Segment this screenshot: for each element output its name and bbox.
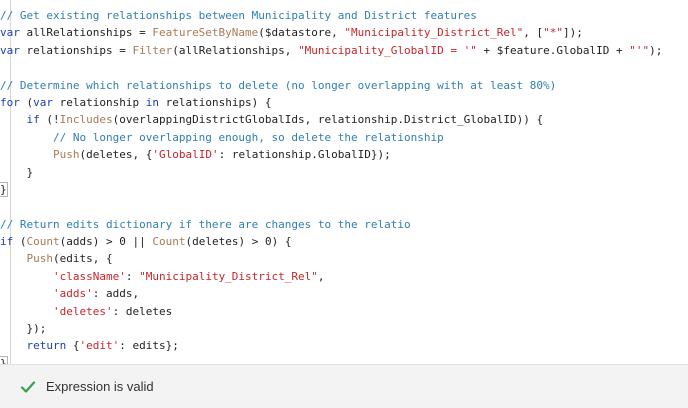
code-line[interactable]: // Determine which relationships to dele…: [0, 77, 662, 94]
code-token-plain: ) {: [271, 235, 292, 249]
code-token-comment: // No longer overlapping enough, so dele…: [52, 130, 444, 144]
code-token-number: 0: [119, 235, 126, 249]
code-line[interactable]: 'adds': adds,: [0, 285, 662, 302]
code-token-string: "Municipality_District_Rel": [139, 269, 318, 283]
code-token-plain: ||: [125, 235, 153, 249]
code-token-string: 'deletes': [52, 304, 113, 318]
code-token-comment: // Determine which relationships to dele…: [0, 78, 557, 92]
code-token-string: 'GlobalID': [152, 148, 219, 162]
validation-message: Expression is valid: [46, 379, 154, 394]
checkmark-icon: [20, 380, 36, 393]
code-token-plain: (adds) >: [59, 235, 120, 249]
code-token-comment: // Return edits dictionary if there are …: [0, 217, 411, 231]
code-token-plain: :: [125, 269, 140, 283]
code-token-keyword: if: [26, 113, 40, 127]
code-token-plain: }: [0, 355, 8, 364]
code-token-string: 'adds': [52, 287, 93, 301]
code-token-func: Push: [26, 252, 54, 266]
code-token-keyword: return: [26, 339, 67, 353]
code-token-plain: , [: [523, 26, 544, 40]
code-token-func: Count: [152, 235, 186, 249]
code-token-keyword: if: [0, 235, 14, 249]
code-line[interactable]: return {'edit': edits};: [0, 337, 662, 354]
code-token-plain: ,: [317, 269, 325, 283]
code-token-plain: : deletes: [112, 304, 173, 318]
code-token-plain: ]);: [562, 26, 583, 40]
code-token-number: 0: [264, 235, 272, 249]
code-token-func: Push: [52, 148, 80, 162]
code-line[interactable]: }: [0, 164, 662, 181]
code-token-string: "*": [543, 26, 563, 40]
code-token-string: "Municipality_District_Rel": [344, 26, 524, 40]
code-token-plain: (deletes) >: [185, 235, 265, 249]
code-token-string: "Municipality_GlobalID = '": [298, 43, 477, 57]
code-token-func: Filter: [132, 43, 173, 57]
code-token-plain: }: [0, 181, 8, 197]
code-token-string: 'className': [52, 269, 126, 283]
code-token-keyword: in: [145, 95, 159, 109]
code-token-keyword: var: [33, 95, 53, 109]
code-token-plain: );: [649, 43, 663, 57]
code-line[interactable]: for (var relationship in relationships) …: [0, 94, 662, 111]
code-token-plain: (: [19, 95, 34, 109]
code-line[interactable]: }: [0, 355, 662, 364]
code-token-plain: : adds,: [92, 287, 140, 301]
code-token-plain: : edits};: [119, 339, 179, 353]
code-token-plain: (edits, {: [53, 252, 113, 266]
code-content[interactable]: // Get existing relationships between Mu…: [0, 7, 662, 364]
code-token-plain: (allRelationships,: [172, 43, 299, 57]
validation-status-bar: Expression is valid: [0, 364, 688, 408]
code-token-plain: (deletes, {: [79, 148, 153, 162]
code-line[interactable]: });: [0, 320, 662, 337]
code-token-plain: (overlappingDistrictGlobalIds, relations…: [112, 113, 544, 127]
code-token-plain: allRelationships =: [19, 26, 153, 40]
code-token-string: 'edit': [79, 339, 120, 353]
code-token-plain: relationship: [53, 95, 146, 109]
code-line[interactable]: }: [0, 181, 662, 198]
code-token-plain: (!: [39, 113, 60, 127]
code-line[interactable]: // Get existing relationships between Mu…: [0, 7, 662, 24]
code-editor[interactable]: // Get existing relationships between Mu…: [0, 0, 688, 364]
code-line[interactable]: [0, 59, 662, 76]
code-line[interactable]: if (Count(adds) > 0 || Count(deletes) > …: [0, 233, 662, 250]
code-line[interactable]: var allRelationships = FeatureSetByName(…: [0, 24, 662, 41]
code-line[interactable]: if (!Includes(overlappingDistrictGlobalI…: [0, 111, 662, 128]
code-token-string: "'": [629, 43, 650, 57]
code-token-func: FeatureSetByName: [152, 26, 259, 40]
code-line[interactable]: // Return edits dictionary if there are …: [0, 216, 662, 233]
code-line[interactable]: 'deletes': deletes: [0, 303, 662, 320]
code-token-plain: (: [13, 235, 27, 249]
code-token-plain: : relationship.GlobalID});: [218, 148, 391, 162]
code-line[interactable]: [0, 198, 662, 215]
code-token-plain: + $feature.GlobalID +: [476, 43, 630, 57]
code-token-plain: relationships) {: [158, 95, 272, 109]
code-token-plain: {: [66, 339, 80, 353]
code-line[interactable]: var relationships = Filter(allRelationsh…: [0, 42, 662, 59]
code-token-plain: relationships =: [19, 43, 133, 57]
code-line[interactable]: // No longer overlapping enough, so dele…: [0, 129, 662, 146]
code-token-plain: });: [0, 322, 47, 336]
code-token-keyword: var: [0, 43, 20, 57]
code-token-comment: // Get existing relationships between Mu…: [0, 9, 477, 22]
code-token-plain: ($datastore,: [258, 26, 345, 40]
code-token-keyword: for: [0, 95, 20, 109]
code-token-keyword: var: [0, 26, 20, 40]
code-token-func: Includes: [59, 113, 113, 127]
code-line[interactable]: Push(deletes, {'GlobalID': relationship.…: [0, 146, 662, 163]
code-token-plain: }: [0, 165, 34, 179]
code-line[interactable]: 'className': "Municipality_District_Rel"…: [0, 268, 662, 285]
code-token-func: Count: [26, 235, 60, 249]
code-line[interactable]: Push(edits, {: [0, 250, 662, 267]
